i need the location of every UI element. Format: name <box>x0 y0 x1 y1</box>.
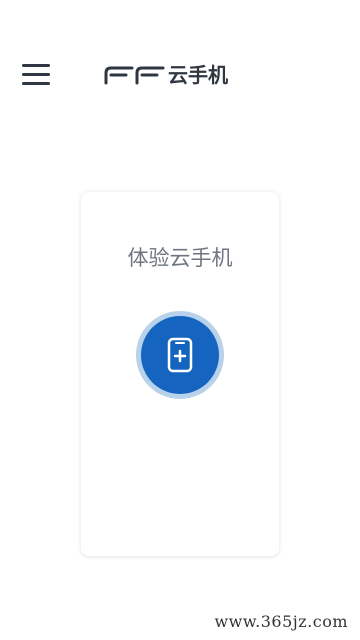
logo-text: 云手机 <box>168 63 228 87</box>
menu-button[interactable] <box>22 62 52 88</box>
hamburger-menu-icon-bar <box>22 82 50 85</box>
cloud-phone-card: 体验云手机 <box>81 192 279 556</box>
hamburger-menu-icon-bar <box>22 73 50 76</box>
hamburger-menu-icon <box>22 64 50 67</box>
app-logo: 云手机 <box>104 62 228 88</box>
add-cloud-phone-button[interactable] <box>136 311 224 399</box>
phone-add-icon <box>167 337 193 373</box>
watermark: www.365jz.com <box>208 609 354 634</box>
card-title: 体验云手机 <box>127 246 233 270</box>
ff-logo-icon <box>104 66 165 85</box>
add-button-core <box>141 316 219 394</box>
